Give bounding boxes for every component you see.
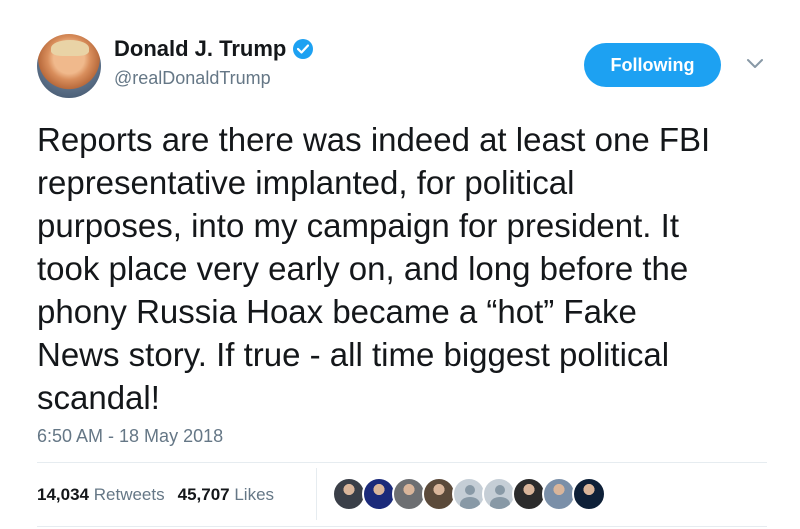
tweet-text: Reports are there was indeed at least on… <box>37 121 711 416</box>
user-handle[interactable]: @realDonaldTrump <box>114 68 271 89</box>
following-button[interactable]: Following <box>584 43 721 87</box>
chevron-down-icon[interactable] <box>746 58 764 70</box>
avatar-hair <box>51 40 89 56</box>
liker-avatars <box>332 477 606 511</box>
profile-avatar[interactable] <box>37 34 101 98</box>
likes-label: Likes <box>234 485 275 504</box>
user-avatar-icon[interactable] <box>512 477 546 511</box>
retweets-label: Retweets <box>93 485 165 504</box>
retweets-stat[interactable]: 14,034 Retweets <box>37 485 165 505</box>
user-avatar-icon[interactable] <box>572 477 606 511</box>
user-avatar-icon[interactable] <box>542 477 576 511</box>
tweet-timestamp[interactable]: 6:50 AM - 18 May 2018 <box>37 426 223 447</box>
user-avatar-icon[interactable] <box>392 477 426 511</box>
divider <box>37 462 767 463</box>
user-avatar-icon[interactable] <box>362 477 396 511</box>
user-name-row: Donald J. Trump <box>114 36 314 62</box>
default-avatar-icon[interactable] <box>482 477 516 511</box>
likes-count: 45,707 <box>177 485 230 504</box>
likes-stat[interactable]: 45,707 Likes <box>178 485 274 505</box>
display-name[interactable]: Donald J. Trump <box>114 36 286 62</box>
divider <box>37 526 767 527</box>
verified-badge-icon <box>293 39 314 59</box>
stats-separator <box>316 468 317 520</box>
default-avatar-icon[interactable] <box>452 477 486 511</box>
retweets-count: 14,034 <box>37 485 89 504</box>
tweet-stats: 14,034 Retweets 45,707 Likes <box>37 485 274 505</box>
user-avatar-icon[interactable] <box>332 477 366 511</box>
user-avatar-icon[interactable] <box>422 477 456 511</box>
